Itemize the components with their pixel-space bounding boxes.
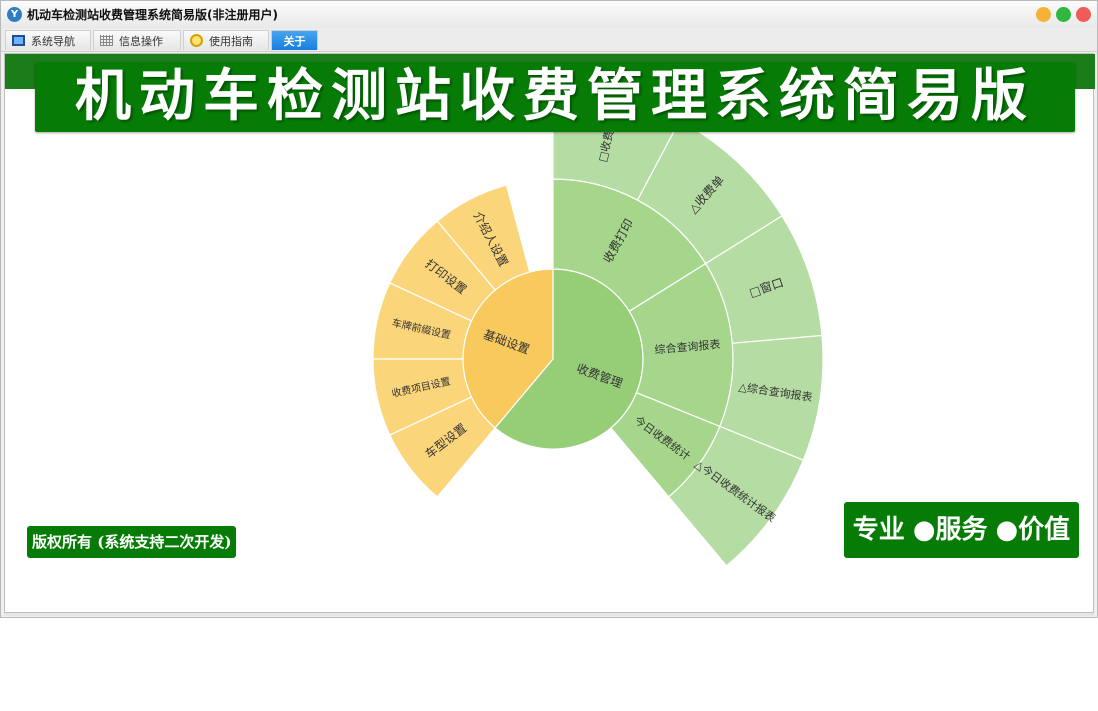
status-strip <box>4 613 1094 616</box>
tab-about[interactable]: 关于 <box>271 30 318 50</box>
tab-label: 信息操作 <box>119 34 163 48</box>
app-logo-icon: Y <box>7 7 22 22</box>
monitor-icon <box>12 35 25 46</box>
help-icon <box>190 34 203 47</box>
tab-user-guide[interactable]: 使用指南 <box>183 30 269 50</box>
tab-label: 系统导航 <box>31 34 75 48</box>
tab-system-navigation[interactable]: 系统导航 <box>5 30 91 50</box>
window-title: 机动车检测站收费管理系统简易版(非注册用户) <box>27 8 278 22</box>
slogan-part: 专业 <box>852 515 905 545</box>
grid-icon <box>100 35 113 46</box>
tab-label: 关于 <box>283 34 306 48</box>
minimize-button[interactable] <box>1036 7 1051 22</box>
close-button[interactable] <box>1076 7 1091 22</box>
tab-label: 使用指南 <box>209 34 253 48</box>
main-content: 基础设置 收费管理 介绍人设置 打印设置 车牌前缀设置 收费项目设置 车型设置 收费打印 综合查… <box>4 53 1095 613</box>
app-window: Y 机动车检测站收费管理系统简易版(非注册用户) 系统导航 信息操作 使用指南 … <box>0 0 1098 618</box>
banner-title: 机动车检测站收费管理系统简易版 <box>35 62 1075 132</box>
slogan-badge: 专业 ●服务 ●价值 <box>844 502 1079 558</box>
copyright-label: 版权所有 (系统支持二次开发) <box>27 526 237 558</box>
maximize-button[interactable] <box>1056 7 1071 22</box>
title-bar[interactable]: Y 机动车检测站收费管理系统简易版(非注册用户) <box>1 1 1097 28</box>
slogan-part: ●服务 <box>912 515 988 545</box>
tab-info-operation[interactable]: 信息操作 <box>93 30 181 50</box>
tab-bar: 系统导航 信息操作 使用指南 关于 <box>1 28 1097 52</box>
slogan-part: ●价值 <box>995 515 1071 545</box>
